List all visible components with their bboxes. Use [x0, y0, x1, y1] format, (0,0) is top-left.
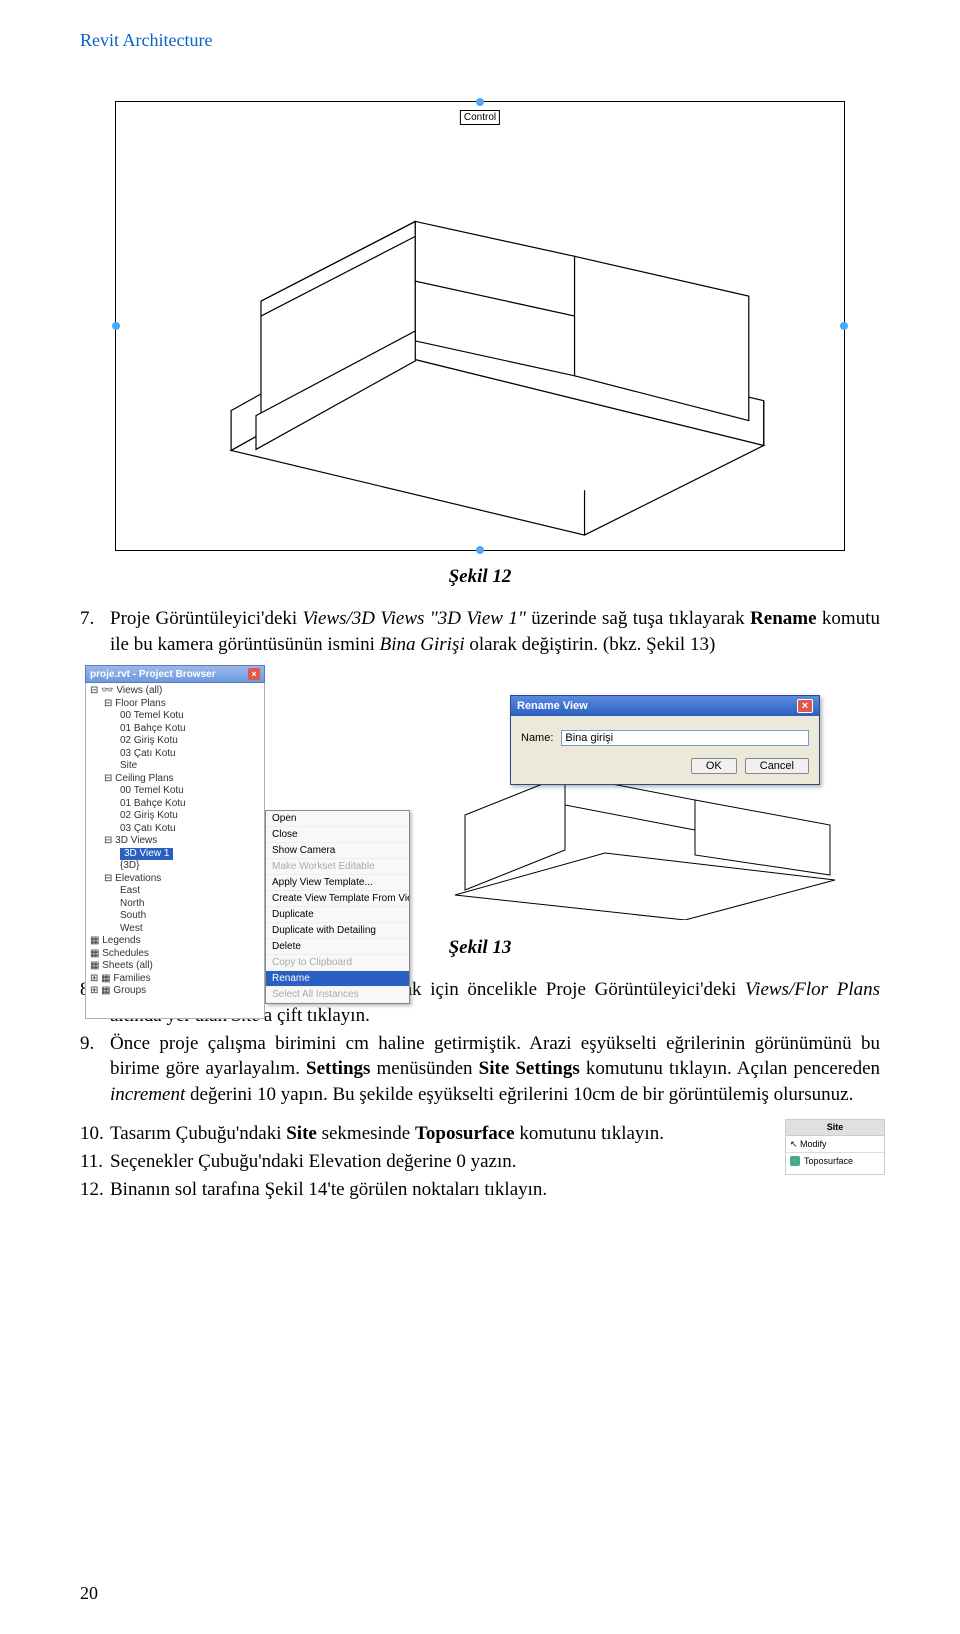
building-3d-model [116, 102, 844, 550]
rename-view-dialog: Rename View × Name: OK Cancel [510, 695, 820, 785]
tree-item[interactable]: 03 Çatı Kotu [90, 823, 260, 836]
close-icon[interactable]: × [797, 699, 813, 713]
context-menu-workset: Make Workset Editable [266, 859, 409, 875]
background-3d-silhouette [435, 765, 855, 920]
rename-keyword: Rename [750, 608, 816, 629]
list-item-7: 7. Proje Görüntüleyici'deki Views/3D Vie… [80, 606, 880, 657]
item-number: 11. [80, 1149, 110, 1175]
figure-12-caption: Şekil 12 [80, 566, 880, 588]
tree-groups[interactable]: Groups [113, 985, 146, 996]
tree-item[interactable]: 01 Bahçe Kotu [90, 798, 260, 811]
inset-toposurface[interactable]: Toposurface [804, 1155, 853, 1167]
dialog-title: Rename View [517, 700, 588, 712]
close-icon[interactable]: × [248, 668, 260, 680]
list-item-9: 9. Önce proje çalışma birimini cm haline… [80, 1031, 880, 1108]
tree-item-selected[interactable]: 3D View 1 [120, 848, 173, 861]
page-header: Revit Architecture [80, 30, 880, 51]
ok-button[interactable]: OK [691, 758, 737, 774]
site-settings-keyword: Site Settings [479, 1058, 580, 1079]
tree-item[interactable]: West [90, 923, 260, 936]
item-number: 9. [80, 1031, 110, 1108]
increment-keyword: increment [110, 1084, 185, 1105]
context-menu-create-template[interactable]: Create View Template From View... [266, 891, 409, 907]
text: sekmesinde [317, 1123, 415, 1144]
tree-item[interactable]: 02 Giriş Kotu [90, 810, 260, 823]
context-menu-apply-template[interactable]: Apply View Template... [266, 875, 409, 891]
item-number: 12. [80, 1177, 110, 1203]
item-number: 10. [80, 1121, 110, 1147]
site-toolbar-inset: Site ↖ Modify Toposurface [785, 1119, 885, 1175]
tree-legends[interactable]: Legends [102, 935, 140, 946]
list-item-11: 11. Seçenekler Çubuğu'ndaki Elevation de… [80, 1149, 880, 1175]
tree-views[interactable]: Views (all) [116, 685, 162, 696]
tree-item[interactable]: 00 Temel Kotu [90, 710, 260, 723]
inset-header: Site [786, 1120, 884, 1135]
context-menu-rename[interactable]: Rename [266, 971, 409, 987]
text: komutunu tıklayın. [515, 1123, 664, 1144]
text: Proje Görüntüleyici'deki [110, 608, 303, 629]
tree-item[interactable]: {3D} [90, 860, 260, 873]
context-menu: Open Close Show Camera Make Workset Edit… [265, 810, 410, 1004]
page-number: 20 [80, 1583, 98, 1604]
tree-sheets[interactable]: Sheets (all) [102, 960, 153, 971]
browser-title-text: proje.rvt - Project Browser [90, 669, 216, 680]
views-path: Views/3D Views "3D View 1" [303, 608, 526, 629]
tree-floor-plans[interactable]: Floor Plans [115, 698, 166, 709]
name-input[interactable] [561, 730, 809, 746]
project-browser-tree[interactable]: ⊟ 👓 Views (all) ⊟ Floor Plans 00 Temel K… [85, 683, 265, 1019]
context-menu-show-camera[interactable]: Show Camera [266, 843, 409, 859]
item-number: 7. [80, 606, 110, 657]
camera-name: Bina Girişi [380, 634, 465, 655]
project-browser-titlebar[interactable]: proje.rvt - Project Browser × [85, 665, 265, 683]
tree-schedules[interactable]: Schedules [102, 948, 149, 959]
text: 'a çift tıklayın. [260, 1005, 369, 1026]
text: Seçenekler Çubuğu'ndaki Elevation değeri… [110, 1149, 880, 1175]
text: Binanın sol tarafına Şekil 14'te görülen… [110, 1177, 880, 1203]
name-label: Name: [521, 732, 553, 744]
context-menu-duplicate[interactable]: Duplicate [266, 907, 409, 923]
list-item-10: 10. Tasarım Çubuğu'ndaki Site sekmesinde… [80, 1121, 880, 1147]
tree-item[interactable]: North [90, 898, 260, 911]
figure-12-frame: Control [115, 101, 845, 551]
text: Tasarım Çubuğu'ndaki [110, 1123, 286, 1144]
tree-item[interactable]: 00 Temel Kotu [90, 785, 260, 798]
context-menu-open[interactable]: Open [266, 811, 409, 827]
text: menüsünden [370, 1058, 478, 1079]
inset-modify[interactable]: Modify [800, 1139, 827, 1149]
text: komutunu tıklayın. Açılan pencereden [580, 1058, 880, 1079]
tree-item[interactable]: East [90, 885, 260, 898]
views-path: Views/Flor Plans [745, 979, 880, 1000]
context-menu-copy: Copy to Clipboard [266, 955, 409, 971]
tree-item[interactable]: South [90, 910, 260, 923]
list-item-12: 12. Binanın sol tarafına Şekil 14'te gör… [80, 1177, 880, 1203]
cancel-button[interactable]: Cancel [745, 758, 809, 774]
site-keyword: Site [286, 1123, 317, 1144]
context-menu-close[interactable]: Close [266, 827, 409, 843]
tree-item[interactable]: 03 Çatı Kotu [90, 748, 260, 761]
tree-3d-views[interactable]: 3D Views [115, 835, 157, 846]
text: üzerinde sağ tuşa tıklayarak [526, 608, 750, 629]
tree-ceiling-plans[interactable]: Ceiling Plans [115, 773, 173, 784]
tree-elevations[interactable]: Elevations [115, 873, 161, 884]
context-menu-delete[interactable]: Delete [266, 939, 409, 955]
text: değerini 10 yapın. Bu şekilde eşyükselti… [185, 1084, 853, 1105]
toposurface-icon [790, 1156, 800, 1166]
figure-13-area: proje.rvt - Project Browser × ⊟ 👓 Views … [85, 665, 875, 925]
tree-item[interactable]: 02 Giriş Kotu [90, 735, 260, 748]
context-menu-duplicate-detail[interactable]: Duplicate with Detailing [266, 923, 409, 939]
rename-dialog-titlebar[interactable]: Rename View × [511, 696, 819, 716]
toposurface-keyword: Toposurface [415, 1123, 515, 1144]
tree-item[interactable]: 01 Bahçe Kotu [90, 723, 260, 736]
context-menu-select-all: Select All Instances [266, 987, 409, 1003]
project-browser-panel: proje.rvt - Project Browser × ⊟ 👓 Views … [85, 665, 265, 1019]
tree-item[interactable]: Site [90, 760, 260, 773]
text: olarak değiştirin. (bkz. Şekil 13) [465, 634, 716, 655]
settings-keyword: Settings [306, 1058, 370, 1079]
tree-families[interactable]: Families [113, 973, 150, 984]
